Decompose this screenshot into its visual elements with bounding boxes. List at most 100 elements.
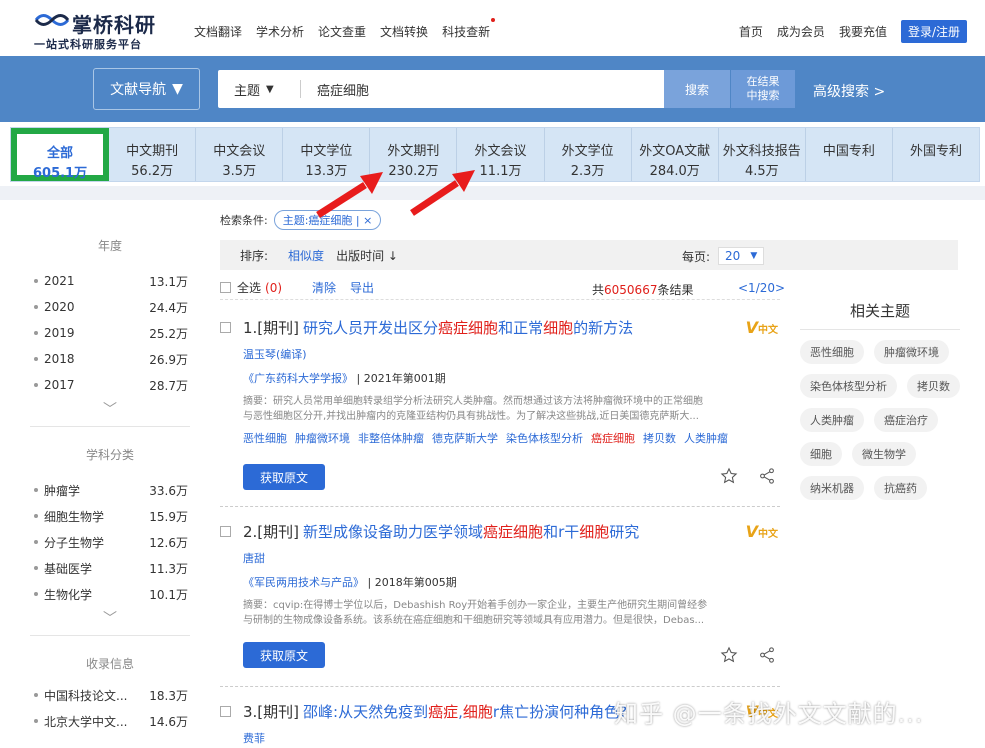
result-author[interactable]: 温玉琴(编译) — [243, 346, 780, 362]
tab-cn-conference[interactable]: 中文会议 3.5万 — [196, 128, 284, 181]
related-topic-tag[interactable]: 纳米机器 — [800, 476, 864, 500]
tab-label: 外国专利 — [909, 144, 962, 159]
related-topic-tag[interactable]: 细胞 — [800, 442, 842, 466]
nav-analysis[interactable]: 学术分析 — [256, 23, 304, 40]
subject-filter-item[interactable]: 生物化学 10.1万 — [30, 581, 190, 607]
keyword[interactable]: 德克萨斯大学 — [432, 430, 498, 446]
subject-filter-item[interactable]: 分子生物学 12.6万 — [30, 529, 190, 555]
result-title-text[interactable]: 邵峰:从天然免疫到癌症,细胞r焦亡扮演何种角色? — [303, 701, 627, 722]
filter-label: 2017 — [44, 378, 75, 392]
literature-nav-dropdown[interactable]: 文献导航 ▼ — [93, 68, 200, 110]
keyword[interactable]: 拷贝数 — [643, 430, 676, 446]
subject-filter-item[interactable]: 基础医学 11.3万 — [30, 555, 190, 581]
clear-link[interactable]: 清除 — [312, 279, 336, 296]
nav-novelty[interactable]: 科技查新 — [442, 18, 496, 40]
year-filter-item[interactable]: 2018 26.9万 — [30, 346, 190, 372]
source-journal[interactable]: 《广东药科大学学报》 — [243, 372, 353, 385]
close-icon[interactable]: × — [363, 214, 372, 227]
expand-chevron-icon[interactable]: ﹀ — [30, 607, 190, 633]
tab-cn-patent[interactable]: 中国专利 — [806, 128, 893, 181]
share-icon[interactable] — [758, 467, 776, 485]
export-link[interactable]: 导出 — [350, 279, 374, 296]
nav-plagiarism[interactable]: 论文查重 — [318, 23, 366, 40]
filter-count: 15.9万 — [149, 509, 188, 524]
nav-translate[interactable]: 文档翻译 — [194, 23, 242, 40]
index-filter-item[interactable]: 中国科技论文... 18.3万 — [30, 682, 190, 708]
tab-foreign-report[interactable]: 外文科技报告 4.5万 — [719, 128, 806, 181]
home-link[interactable]: 首页 — [739, 23, 763, 40]
related-topic-tag[interactable]: 微生物学 — [852, 442, 916, 466]
tab-cn-journal[interactable]: 中文期刊 56.2万 — [109, 128, 197, 181]
result-title[interactable]: 1.[期刊] 研究人员开发出区分癌症细胞和正常细胞的新方法 — [220, 316, 780, 338]
pager[interactable]: <1/20> — [738, 281, 785, 295]
result-checkbox[interactable] — [220, 525, 231, 537]
related-topic-tag[interactable]: 肿瘤微环境 — [874, 340, 949, 364]
subject-filter-item[interactable]: 细胞生物学 15.9万 — [30, 503, 190, 529]
tab-foreign-oa[interactable]: 外文OA文献 284.0万 — [632, 128, 719, 181]
star-icon[interactable] — [720, 646, 738, 664]
result-author[interactable]: 费菲 — [243, 730, 780, 746]
related-topic-tag[interactable]: 抗癌药 — [874, 476, 927, 500]
tab-foreign-conference[interactable]: 外文会议 11.1万 — [457, 128, 545, 181]
source-journal[interactable]: 《军民两用技术与产品》 — [243, 576, 364, 589]
year-filter-item[interactable]: 2017 28.7万 — [30, 372, 190, 398]
get-fulltext-button[interactable]: 获取原文 — [243, 464, 325, 490]
search-button[interactable]: 搜索 — [664, 70, 730, 108]
index-filter-item[interactable]: 北京大学中文... 14.6万 — [30, 708, 190, 734]
keyword[interactable]: 非整倍体肿瘤 — [358, 430, 424, 446]
keyword[interactable]: 染色体核型分析 — [506, 430, 583, 446]
logo[interactable]: 掌桥科研 一站式科研服务平台 — [32, 9, 162, 51]
tab-cn-degree[interactable]: 中文学位 13.3万 — [283, 128, 371, 181]
result-title-text[interactable]: 研究人员开发出区分癌症细胞和正常细胞的新方法 — [303, 317, 633, 338]
related-topic-tag[interactable]: 癌症治疗 — [874, 408, 938, 432]
select-all-label[interactable]: 全选 — [237, 279, 261, 296]
result-title[interactable]: 2.[期刊] 新型成像设备助力医学领域癌症细胞和r干细胞研究 — [220, 520, 780, 542]
tab-foreign-degree[interactable]: 外文学位 2.3万 — [545, 128, 632, 181]
sort-similarity[interactable]: 相似度 — [288, 247, 324, 264]
get-fulltext-button[interactable]: 获取原文 — [243, 642, 325, 668]
tab-count: 13.3万 — [305, 164, 348, 179]
related-topic-tag[interactable]: 拷贝数 — [907, 374, 960, 398]
filter-label: 细胞生物学 — [44, 509, 105, 524]
login-button[interactable]: 登录/注册 — [900, 20, 967, 43]
star-icon[interactable] — [720, 467, 738, 485]
year-filter-item[interactable]: 2021 13.1万 — [30, 268, 190, 294]
title-part: r焦亡扮演何种角色? — [492, 702, 628, 721]
keyword[interactable]: 人类肿瘤 — [684, 430, 728, 446]
result-title-text[interactable]: 新型成像设备助力医学领域癌症细胞和r干细胞研究 — [303, 521, 639, 542]
result-author[interactable]: 唐甜 — [243, 550, 780, 566]
search-field-select[interactable]: 主题 ▼ — [218, 80, 300, 99]
recharge-link[interactable]: 我要充值 — [839, 23, 887, 40]
source-issue: | 2018年第005期 — [367, 576, 457, 589]
tab-foreign-journal[interactable]: 外文期刊 230.2万 — [370, 128, 458, 181]
keyword[interactable]: 癌症细胞 — [591, 430, 635, 446]
share-icon[interactable] — [758, 646, 776, 664]
result-checkbox[interactable] — [220, 321, 231, 333]
member-link[interactable]: 成为会员 — [777, 23, 825, 40]
keyword[interactable]: 恶性细胞 — [243, 430, 287, 446]
tab-foreign-patent[interactable]: 外国专利 — [893, 128, 979, 181]
related-topic-tag[interactable]: 染色体核型分析 — [800, 374, 897, 398]
filter-count: 12.6万 — [149, 535, 188, 550]
search-in-results-line2: 中搜索 — [746, 89, 780, 102]
condition-chip[interactable]: 主题:癌症细胞 | × — [273, 210, 382, 230]
subject-filter-item[interactable]: 肿瘤学 33.6万 — [30, 477, 190, 503]
search-input[interactable] — [317, 81, 617, 97]
advanced-search-link[interactable]: 高级搜索 > — [813, 81, 885, 101]
keyword[interactable]: 肿瘤微环境 — [295, 430, 350, 446]
year-filter-item[interactable]: 2020 24.4万 — [30, 294, 190, 320]
expand-chevron-icon[interactable]: ﹀ — [30, 398, 190, 424]
related-topic-tag[interactable]: 人类肿瘤 — [800, 408, 864, 432]
per-page-select[interactable]: 20 ▼ — [718, 247, 765, 265]
tab-all[interactable]: 全部 605.1万 — [11, 128, 110, 181]
nav-convert[interactable]: 文档转换 — [380, 23, 428, 40]
related-topic-tag[interactable]: 恶性细胞 — [800, 340, 864, 364]
search-in-results-button[interactable]: 在结果 中搜索 — [731, 70, 795, 108]
result-checkbox[interactable] — [220, 705, 231, 717]
sort-pub-time[interactable]: 出版时间 ↓ — [336, 247, 398, 264]
vip-badge: V中文 — [746, 318, 778, 337]
new-dot-icon — [491, 18, 496, 22]
select-all-checkbox[interactable] — [220, 282, 231, 293]
subject-filter-title: 学科分类 — [85, 448, 134, 462]
year-filter-item[interactable]: 2019 25.2万 — [30, 320, 190, 346]
